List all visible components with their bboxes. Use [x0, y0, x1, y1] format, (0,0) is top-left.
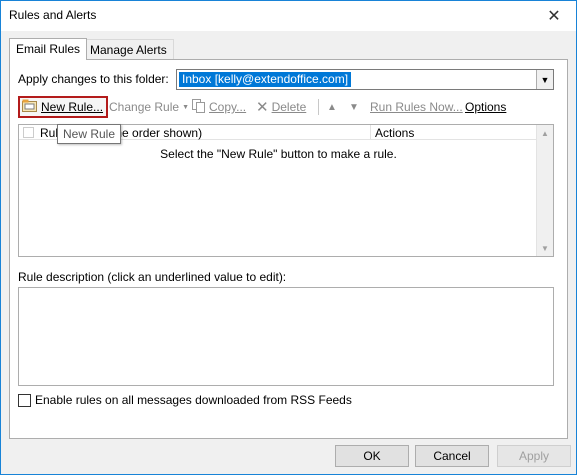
- folder-select[interactable]: Inbox [kelly@extendoffice.com] ▼: [176, 69, 554, 90]
- window-title: Rules and Alerts: [9, 8, 97, 22]
- scroll-up-icon[interactable]: ▲: [537, 125, 553, 141]
- run-rules-now-label: Run Rules Now...: [370, 100, 463, 114]
- change-rule-label: Change Rule: [109, 100, 180, 114]
- delete-button[interactable]: ✕ Delete: [256, 96, 306, 118]
- rules-list-scrollbar[interactable]: ▲ ▼: [536, 125, 553, 256]
- rules-and-alerts-dialog: Rules and Alerts ✕ Email Rules Manage Al…: [0, 0, 577, 475]
- email-rules-panel: Apply changes to this folder: Inbox [kel…: [9, 59, 568, 439]
- new-rule-tooltip: New Rule: [57, 124, 122, 144]
- options-button[interactable]: Options: [465, 96, 506, 118]
- run-rules-now-button[interactable]: Run Rules Now...: [370, 96, 463, 118]
- new-rule-icon: [22, 99, 38, 116]
- rule-description-label: Rule description (click an underlined va…: [18, 270, 287, 284]
- move-up-button[interactable]: ▲: [327, 96, 337, 118]
- rss-rules-checkbox[interactable]: [18, 393, 31, 407]
- dialog-buttons: OK Cancel Apply: [1, 445, 576, 471]
- change-rule-button[interactable]: Change Rule ▼: [109, 96, 189, 118]
- new-rule-label: New Rule...: [41, 100, 104, 114]
- delete-icon: ✕: [256, 99, 269, 116]
- empty-rules-message: Select the "New Rule" button to make a r…: [160, 147, 397, 161]
- apply-button[interactable]: Apply: [497, 445, 571, 467]
- toolbar-divider: [318, 99, 319, 115]
- rules-toolbar: New Rule... Change Rule ▼ Copy... ✕ Dele…: [18, 96, 563, 118]
- folder-label: Apply changes to this folder:: [18, 72, 169, 86]
- title-bar: Rules and Alerts ✕: [1, 1, 576, 31]
- cancel-button[interactable]: Cancel: [415, 445, 489, 467]
- tab-manage-alerts[interactable]: Manage Alerts: [83, 39, 174, 60]
- move-down-button[interactable]: ▼: [349, 96, 359, 118]
- column-header-actions[interactable]: Actions: [372, 126, 414, 140]
- copy-button[interactable]: Copy...: [192, 96, 246, 118]
- rule-description-box[interactable]: [18, 287, 554, 386]
- scroll-down-icon[interactable]: ▼: [537, 240, 553, 256]
- select-all-checkbox: [23, 127, 34, 138]
- rss-rules-option[interactable]: Enable rules on all messages downloaded …: [18, 393, 352, 407]
- tab-email-rules[interactable]: Email Rules: [9, 38, 88, 60]
- folder-select-value: Inbox [kelly@extendoffice.com]: [179, 72, 352, 87]
- copy-icon: [192, 98, 206, 116]
- chevron-down-icon[interactable]: ▼: [536, 70, 553, 89]
- options-label: Options: [465, 100, 507, 114]
- ok-button[interactable]: OK: [335, 445, 409, 467]
- close-icon[interactable]: ✕: [532, 1, 576, 31]
- rss-rules-label: Enable rules on all messages downloaded …: [35, 393, 352, 407]
- arrow-up-icon: ▲: [327, 101, 337, 113]
- delete-label: Delete: [271, 100, 307, 114]
- chevron-down-icon: ▼: [182, 103, 189, 111]
- copy-label: Copy...: [209, 100, 247, 114]
- arrow-down-icon: ▼: [349, 101, 359, 113]
- new-rule-button[interactable]: New Rule...: [18, 96, 109, 118]
